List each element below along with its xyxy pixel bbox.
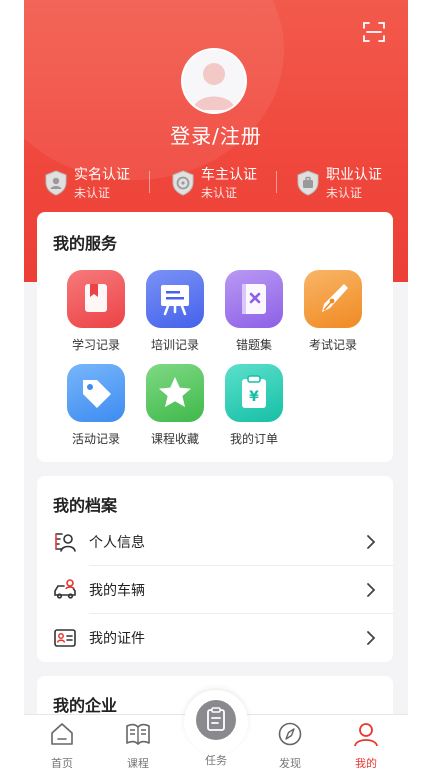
tab-label: 我的 [355,757,377,768]
svg-text:¥: ¥ [249,389,259,405]
service-wrong-questions[interactable]: 错题集 [216,270,292,353]
profession-badge-icon [297,170,319,196]
tab-label: 课程 [127,757,149,768]
task-icon [196,700,236,740]
service-label: 我的订单 [229,432,278,446]
certification-row: 实名认证 未认证 车主认证 未认证 职业认证 未认证 [24,164,408,204]
tab-task[interactable] [184,690,248,754]
service-study-record[interactable]: 学习记录 [58,270,134,353]
tab-home[interactable]: 首页 [32,721,92,768]
service-my-orders[interactable]: ¥ 我的订单 [216,364,292,447]
pen-nib-icon [304,270,362,328]
phone-screen: 登录/注册 实名认证 未认证 车主认证 未认证 职业认证 未认证 我的服务 学习… [24,0,408,768]
book-icon [126,723,150,745]
id-card-icon [54,629,76,647]
login-register-link[interactable]: 登录/注册 [24,120,408,149]
service-label: 学习记录 [71,338,120,352]
archive-item-label: 我的车辆 [89,583,145,599]
service-label: 课程收藏 [150,432,199,446]
user-avatar-icon[interactable] [181,48,247,114]
archive-item-label: 我的证件 [89,631,145,647]
archive-title: 我的档案 [53,496,118,515]
chevron-right-icon [367,535,376,549]
divider [276,171,277,193]
archive-item-personal-info[interactable]: 个人信息 [37,518,393,566]
service-exam-record[interactable]: 考试记录 [295,270,371,353]
chevron-right-icon [367,631,376,645]
services-card: 我的服务 学习记录 培训记录 错题集 考试记录 活动记录 课程收藏 ¥ 我的订单 [37,212,393,462]
chevron-right-icon [367,583,376,597]
tag-icon [67,364,125,422]
tab-mine[interactable]: 我的 [336,721,396,768]
service-label: 考试记录 [308,338,357,352]
cert-status: 未认证 [201,186,238,200]
tab-label: 任务 [205,754,227,767]
service-activity-record[interactable]: 活动记录 [58,364,134,447]
bookmark-book-icon [67,270,125,328]
cert-title: 车主认证 [201,167,257,183]
service-course-favorites[interactable]: 课程收藏 [137,364,213,447]
tab-label: 首页 [51,757,73,768]
car-owner-badge-icon [172,170,194,196]
training-board-icon [146,270,204,328]
cert-status: 未认证 [326,186,363,200]
cert-title: 实名认证 [74,167,130,183]
divider [149,171,150,193]
cert-title: 职业认证 [326,167,382,183]
archive-item-certificates[interactable]: 我的证件 [37,614,393,662]
home-icon [51,723,73,745]
archive-item-vehicles[interactable]: 我的车辆 [37,566,393,614]
service-training-record[interactable]: 培训记录 [137,270,213,353]
cert-status: 未认证 [74,186,111,200]
tab-courses[interactable]: 课程 [108,721,168,768]
personal-info-icon [55,533,76,552]
service-label: 活动记录 [71,432,120,446]
service-label: 错题集 [235,338,272,352]
enterprise-title: 我的企业 [53,696,118,715]
archive-card: 我的档案 个人信息 我的车辆 我的证件 [37,476,393,662]
wrong-questions-book-icon [225,270,283,328]
realname-badge-icon [45,170,67,196]
services-title: 我的服务 [53,234,118,253]
tab-discover[interactable]: 发现 [260,721,320,768]
vehicle-icon [54,579,76,599]
star-icon [146,364,204,422]
profile-icon [354,723,378,747]
scan-icon[interactable] [362,20,386,44]
order-clipboard-icon: ¥ [225,364,283,422]
compass-icon [278,722,302,746]
tab-label: 发现 [279,757,301,768]
service-label: 培训记录 [150,338,199,352]
archive-item-label: 个人信息 [89,535,145,551]
